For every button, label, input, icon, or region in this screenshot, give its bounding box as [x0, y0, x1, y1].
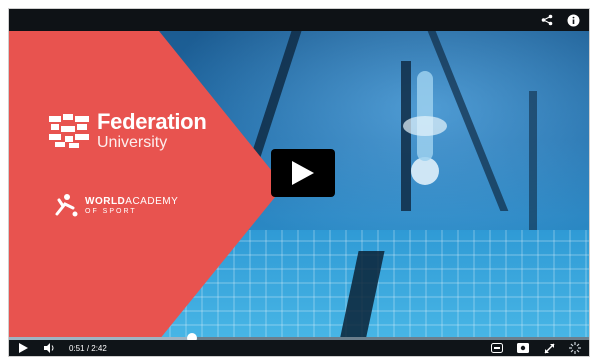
player-top-bar — [9, 9, 589, 31]
volume-icon[interactable] — [43, 342, 55, 354]
time-display: 0:51 / 2:42 — [69, 344, 107, 353]
fullscreen-icon[interactable] — [543, 342, 555, 354]
university-name: University — [97, 134, 168, 151]
academy-academy-text: ACADEMY — [125, 195, 179, 207]
swimmer-figure — [403, 71, 447, 185]
play-icon — [292, 161, 314, 185]
world-academy-of-sport-logo: WORLDACADEMY OF SPORT — [53, 192, 178, 218]
federation-university-logo: Federation University — [49, 109, 207, 151]
video-player[interactable]: Federation University WORLDACADEMY OF SP… — [8, 8, 590, 357]
large-play-button[interactable] — [271, 149, 335, 197]
duration: / 2:42 — [86, 343, 107, 353]
current-time: 0:51 — [69, 343, 85, 353]
play-icon[interactable] — [17, 342, 29, 354]
federation-logo-mark — [49, 114, 89, 148]
settings-icon[interactable] — [569, 342, 581, 354]
share-icon[interactable] — [539, 12, 555, 28]
academy-of-sport-text: OF SPORT — [85, 207, 137, 215]
player-control-bar: 0:51 / 2:42 — [9, 340, 589, 356]
captions-icon[interactable] — [491, 342, 503, 354]
world-academy-mark — [55, 194, 78, 217]
watch-later-icon[interactable] — [517, 342, 529, 354]
brand-panel — [9, 31, 284, 340]
academy-world-text: WORLD — [85, 195, 126, 207]
federation-name: Federation — [97, 109, 207, 134]
info-icon[interactable] — [565, 12, 581, 28]
